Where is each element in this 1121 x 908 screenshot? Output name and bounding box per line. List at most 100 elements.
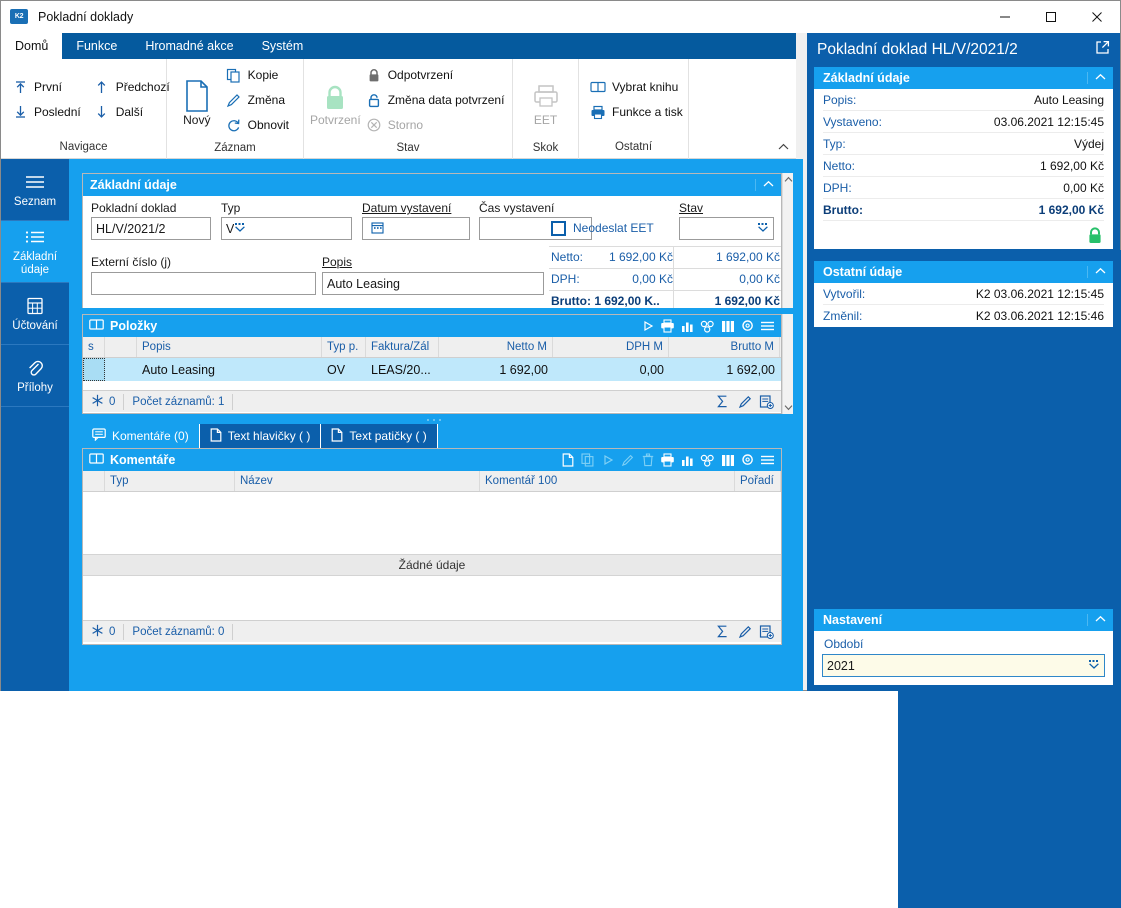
basic-panel-scrollbar[interactable] xyxy=(782,173,793,308)
chevron-up-icon[interactable] xyxy=(1087,72,1113,84)
ribbon-label: Předchozí xyxy=(115,80,170,94)
new-icon[interactable] xyxy=(558,451,577,470)
add-record-icon[interactable] xyxy=(757,622,776,641)
add-record-icon[interactable] xyxy=(757,392,776,411)
ribbon-button-zmena[interactable]: Změna xyxy=(221,88,297,113)
pokladni-doklad-field[interactable]: HL/V/2021/2 xyxy=(91,217,1121,908)
ribbon-button-funkce-a-tisk[interactable]: Funkce a tisk xyxy=(585,100,691,125)
column-header[interactable]: s xyxy=(83,337,105,357)
close-icon[interactable] xyxy=(1074,1,1120,33)
column-header[interactable]: Netto M xyxy=(439,337,553,357)
sum-icon[interactable] xyxy=(713,392,732,411)
sidebar-item-seznam[interactable]: Seznam xyxy=(1,159,69,221)
hamburger-icon[interactable] xyxy=(758,451,777,470)
gear-icon[interactable] xyxy=(738,317,757,336)
column-header[interactable]: Pořadí xyxy=(735,471,781,491)
edit-icon[interactable] xyxy=(735,392,754,411)
ribbon-tab-system[interactable]: Systém xyxy=(248,33,318,59)
ribbon-button-zmena-data-potvrzeni[interactable]: Změna data potvrzení xyxy=(361,88,513,113)
ribbon-collapse-icon[interactable] xyxy=(774,138,792,156)
column-header[interactable] xyxy=(105,337,137,357)
row-selector[interactable] xyxy=(83,358,105,381)
column-header[interactable]: Komentář 100 xyxy=(480,471,735,491)
pencil-icon[interactable] xyxy=(618,451,637,470)
dropdown-icon[interactable] xyxy=(757,222,769,236)
obdobi-field[interactable]: 2021 xyxy=(822,654,1105,677)
ribbon-button-odpotvrzeni[interactable]: Odpotvrzení xyxy=(361,63,513,88)
open-external-icon[interactable] xyxy=(1095,40,1110,60)
molecule-icon[interactable] xyxy=(698,317,717,336)
detail-tab-strip: Komentáře (0) Text hlavičky ( ) Text pat… xyxy=(82,424,782,448)
dropdown-icon[interactable] xyxy=(1088,659,1100,673)
tab-komentare[interactable]: Komentáře (0) xyxy=(82,424,200,448)
stav-field[interactable] xyxy=(679,217,774,240)
trash-icon[interactable] xyxy=(638,451,657,470)
chevron-up-icon[interactable] xyxy=(755,179,781,191)
column-header[interactable]: Typ xyxy=(105,471,235,491)
ribbon-tab-hromadne-akce[interactable]: Hromadné akce xyxy=(131,33,247,59)
column-header[interactable]: Faktura/Zál xyxy=(366,337,439,357)
netto-value-2: 1 692,00 Kč xyxy=(715,250,780,264)
sidebar-item-uctovani[interactable]: Účtování xyxy=(1,283,69,345)
table-row[interactable]: Auto Leasing OV LEAS/20... 1 692,00 0,00… xyxy=(83,358,781,381)
neodeslat-eet-checkbox[interactable] xyxy=(551,221,566,236)
ribbon-button-eet[interactable]: EET xyxy=(519,62,572,138)
ribbon-button-vybrat-knihu[interactable]: Vybrat knihu xyxy=(585,75,691,100)
column-header[interactable] xyxy=(83,471,105,491)
ribbon-tab-funkce[interactable]: Funkce xyxy=(62,33,131,59)
play-icon[interactable] xyxy=(598,451,617,470)
hamburger-icon[interactable] xyxy=(758,317,777,336)
ribbon-button-kopie[interactable]: Kopie xyxy=(221,63,297,88)
calendar-icon[interactable] xyxy=(371,221,384,237)
sidebar-item-prilohy[interactable]: Přílohy xyxy=(1,345,69,407)
print-icon[interactable] xyxy=(658,451,677,470)
edit-icon[interactable] xyxy=(735,622,754,641)
columns-icon[interactable] xyxy=(718,317,737,336)
typ-field[interactable]: V Výdej xyxy=(221,217,1121,908)
chevron-up-icon[interactable] xyxy=(1087,266,1113,278)
chart-icon[interactable] xyxy=(678,317,697,336)
chevron-up-icon[interactable] xyxy=(1087,614,1113,626)
maximize-icon[interactable] xyxy=(1028,1,1074,33)
ribbon-tab-domu[interactable]: Domů xyxy=(1,33,63,59)
sum-icon[interactable] xyxy=(713,622,732,641)
externi-cislo-field[interactable] xyxy=(91,272,316,295)
print-icon[interactable] xyxy=(658,317,677,336)
ribbon-button-novy[interactable]: Nový xyxy=(173,62,221,138)
label-datum-vystaveni: Datum vystavení xyxy=(362,201,452,215)
sidebar-item-label: Základní údaje xyxy=(12,251,58,276)
splitter-grip[interactable] xyxy=(404,417,464,423)
play-icon[interactable] xyxy=(638,317,657,336)
sidebar-item-zakladni-udaje[interactable]: Základní údaje xyxy=(1,221,69,283)
items-panel-scrollbar[interactable] xyxy=(782,314,793,414)
copy-icon[interactable] xyxy=(578,451,597,470)
gear-icon[interactable] xyxy=(738,451,757,470)
ribbon-button-dalsi[interactable]: Další xyxy=(89,100,178,125)
filter-indicator[interactable]: 0 xyxy=(83,393,125,410)
popis-field[interactable]: Auto Leasing xyxy=(322,272,544,295)
dropdown-icon[interactable] xyxy=(234,222,246,236)
ribbon-button-prvni[interactable]: První xyxy=(7,75,89,100)
tab-text-paticky[interactable]: Text patičky ( ) xyxy=(321,424,438,448)
column-header[interactable]: Brutto M xyxy=(669,337,780,357)
chart-icon[interactable] xyxy=(678,451,697,470)
info-key: Typ: xyxy=(823,136,846,151)
datum-vystaveni-field[interactable]: 03.06.2021 xyxy=(362,217,470,240)
ribbon-button-potvrzeni[interactable]: Potvrzení xyxy=(310,62,361,138)
info-row: Typ: Výdej xyxy=(823,133,1104,155)
columns-icon[interactable] xyxy=(718,451,737,470)
molecule-icon[interactable] xyxy=(698,451,717,470)
tab-text-hlavicky[interactable]: Text hlavičky ( ) xyxy=(199,424,322,448)
ribbon-button-obnovit[interactable]: Obnovit xyxy=(221,113,297,138)
ribbon-button-posledni[interactable]: Poslední xyxy=(7,100,89,125)
column-header[interactable]: Typ p. xyxy=(322,337,366,357)
ribbon-button-predchozi[interactable]: Předchozí xyxy=(89,75,178,100)
minimize-icon[interactable] xyxy=(982,1,1028,33)
settings-header: Nastavení xyxy=(814,609,1113,631)
ribbon-button-storno[interactable]: Storno xyxy=(361,113,513,138)
panel-title: Základní údaje xyxy=(90,178,177,192)
column-header[interactable]: DPH M xyxy=(553,337,669,357)
column-header[interactable]: Popis xyxy=(137,337,322,357)
column-header[interactable]: Název xyxy=(235,471,480,491)
filter-indicator[interactable]: 0 xyxy=(83,623,125,640)
